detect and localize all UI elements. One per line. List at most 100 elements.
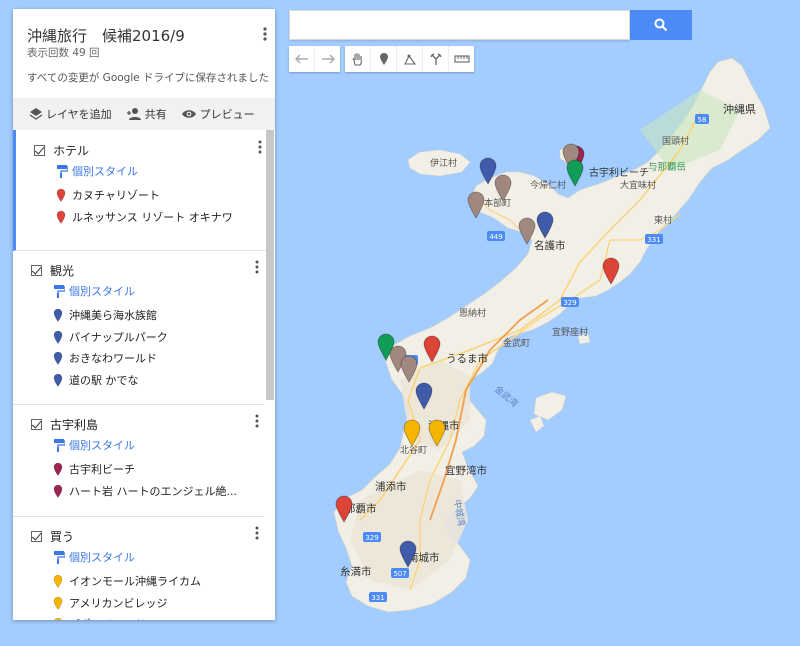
layer-item[interactable]: カヌチャリゾート xyxy=(56,187,160,203)
marker-icon xyxy=(53,462,63,476)
share-button[interactable]: 共有 xyxy=(126,106,167,122)
layer-name[interactable]: 観光 xyxy=(50,262,74,279)
layer-item-label: デポアイランド xyxy=(69,616,145,620)
draw-line-button[interactable] xyxy=(397,46,423,72)
layer-item-label: ハート岩 ハートのエンジェル絶... xyxy=(69,484,237,498)
layer-item[interactable]: ルネッサンス リゾート オキナワ xyxy=(56,209,233,225)
search-icon xyxy=(654,18,668,32)
layer-style-link[interactable]: 個別スタイル xyxy=(56,163,138,179)
redo-icon xyxy=(321,54,335,64)
layer-item[interactable]: 沖縄美ら海水族館 xyxy=(53,307,157,323)
add-marker-button[interactable] xyxy=(371,46,397,72)
layer-item-label: 古宇利ビーチ xyxy=(69,463,135,476)
preview-label: プレビュー xyxy=(199,108,255,121)
layer-item[interactable]: 道の駅 かでな xyxy=(53,372,139,388)
marker-icon xyxy=(53,574,63,588)
map-toolbar xyxy=(289,46,479,72)
layer-header: ホテル xyxy=(34,142,89,159)
layer-visibility-checkbox[interactable] xyxy=(31,265,42,276)
layer-item[interactable]: ハート岩 ハートのエンジェル絶... xyxy=(53,483,237,499)
layer-item[interactable]: アメリカンビレッジ xyxy=(53,595,167,611)
layer-2[interactable]: 古宇利島個別スタイル 古宇利ビーチハート岩 ハートのエンジェル絶... xyxy=(13,404,265,517)
layer-item[interactable]: デポアイランド xyxy=(53,616,145,620)
history-tools xyxy=(289,46,340,72)
road-shield-331b: 331 xyxy=(369,592,387,602)
marker-icon xyxy=(53,373,63,387)
layer-style-link[interactable]: 個別スタイル xyxy=(53,283,135,299)
search-box xyxy=(289,10,630,40)
map-title[interactable]: 沖縄旅行 候補2016/9 xyxy=(27,25,185,46)
add-layer-button[interactable]: レイヤを追加 xyxy=(29,106,112,122)
label-kin: 金武町 xyxy=(503,337,530,349)
preview-button[interactable]: プレビュー xyxy=(181,106,255,122)
person-add-icon xyxy=(126,108,141,120)
layer-menu-button[interactable] xyxy=(255,526,259,543)
road-shield-329b: 329 xyxy=(363,532,381,542)
layer-item-label: ルネッサンス リゾート オキナワ xyxy=(72,210,233,224)
road-shield-329: 329 xyxy=(561,297,579,307)
layers-icon xyxy=(29,108,43,120)
road-shield-331a: 331 xyxy=(645,234,663,244)
layer-item-label: パイナップルパーク xyxy=(69,330,168,344)
layer-name[interactable]: ホテル xyxy=(53,142,89,159)
layer-visibility-checkbox[interactable] xyxy=(31,419,42,430)
road-shield-58: 58 xyxy=(695,114,709,124)
directions-button[interactable] xyxy=(423,46,449,72)
measure-button[interactable] xyxy=(449,46,474,72)
layer-item[interactable]: パイナップルパーク xyxy=(53,329,168,345)
layer-item-label: イオンモール沖縄ライカム xyxy=(69,575,201,588)
layer-style-label: 個別スタイル xyxy=(69,285,135,298)
layer-3[interactable]: 買う個別スタイルイオンモール沖縄ライカムアメリカンビレッジデポアイランド xyxy=(13,516,265,620)
layer-style-link[interactable]: 個別スタイル xyxy=(53,549,135,565)
layer-item[interactable]: イオンモール沖縄ライカム xyxy=(53,573,201,589)
marker-icon xyxy=(53,330,63,344)
marker-icon xyxy=(56,210,66,224)
label-ginoza: 宜野座村 xyxy=(552,326,588,338)
undo-icon xyxy=(294,54,308,64)
share-label: 共有 xyxy=(144,108,167,121)
map-panel: 沖縄旅行 候補2016/9 表示回数 49 回 すべての変更が Google ド… xyxy=(13,9,275,620)
view-count: 表示回数 49 回 xyxy=(27,47,100,59)
label-higashi: 東村 xyxy=(654,214,672,226)
label-ginowan: 宜野湾市 xyxy=(445,464,487,477)
label-motobu: 本部町 xyxy=(484,197,511,209)
svg-text:449: 449 xyxy=(489,233,502,241)
layer-style-label: 個別スタイル xyxy=(69,439,135,452)
more-vert-icon xyxy=(255,260,259,274)
layer-1[interactable]: 観光個別スタイル沖縄美ら海水族館パイナップルパークおきなわワールド 道の駅 かでな xyxy=(13,250,265,405)
more-vert-icon xyxy=(255,526,259,540)
layer-list: ホテル 個別スタイル カヌチャリゾート ルネッサンス リゾート オキナワ 観光 個別スタイ… xyxy=(13,130,275,620)
layer-menu-button[interactable] xyxy=(255,414,259,431)
label-chatan: 北谷町 xyxy=(400,445,427,456)
marker-icon xyxy=(56,188,66,202)
label-kunigami: 国頭村 xyxy=(662,135,689,147)
search-button[interactable] xyxy=(630,10,692,40)
edit-tools xyxy=(345,46,474,72)
layer-menu-button[interactable] xyxy=(255,260,259,277)
layer-item[interactable]: おきなわワールド xyxy=(53,350,157,366)
marker-icon xyxy=(53,308,63,322)
layer-item[interactable]: 古宇利ビーチ xyxy=(53,461,135,477)
search-input[interactable] xyxy=(290,11,629,39)
save-status: すべての変更が Google ドライブに保存されました xyxy=(27,72,270,84)
layer-scrollbar[interactable] xyxy=(266,130,274,400)
redo-button[interactable] xyxy=(315,46,340,72)
map-menu-button[interactable] xyxy=(263,27,267,44)
layer-visibility-checkbox[interactable] xyxy=(34,145,45,156)
layer-menu-button[interactable] xyxy=(258,140,262,157)
label-nakijin: 今帰仁村 xyxy=(530,179,566,191)
label-nago: 名護市 xyxy=(534,239,566,252)
layer-0[interactable]: ホテル個別スタイルカヌチャリゾートルネッサンス リゾート オキナワ xyxy=(13,130,268,251)
layer-name[interactable]: 古宇利島 xyxy=(50,416,98,433)
label-okinawa-ken: 沖縄県 xyxy=(723,102,756,116)
draw-line-icon xyxy=(403,54,416,65)
pan-tool-button[interactable] xyxy=(345,46,371,72)
label-onna: 恩納村 xyxy=(459,307,486,319)
more-vert-icon xyxy=(255,414,259,428)
undo-button[interactable] xyxy=(289,46,315,72)
layer-style-link[interactable]: 個別スタイル xyxy=(53,437,135,453)
hand-icon xyxy=(352,53,362,66)
layer-name[interactable]: 買う xyxy=(50,528,74,545)
layer-visibility-checkbox[interactable] xyxy=(31,531,42,542)
more-vert-icon xyxy=(263,27,267,41)
